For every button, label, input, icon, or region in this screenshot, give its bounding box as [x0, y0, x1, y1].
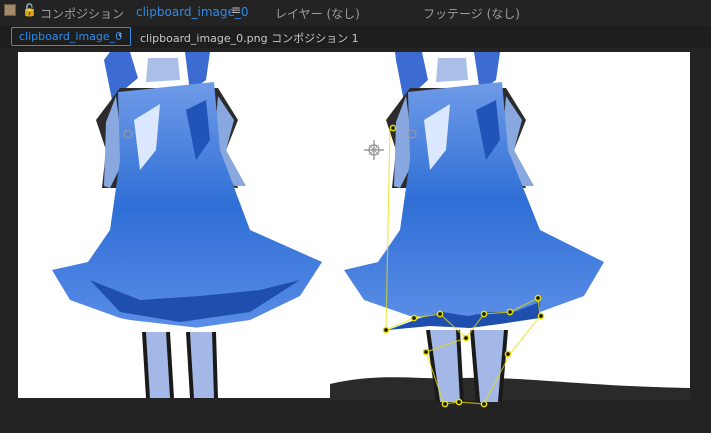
- square-swatch-icon[interactable]: [4, 4, 16, 16]
- lock-icon[interactable]: 🔓: [22, 3, 37, 17]
- footage-tab[interactable]: フッテージ (なし): [423, 5, 520, 22]
- viewer-canvas: [18, 52, 690, 408]
- tab-clipboard-image[interactable]: clipboard_image_0: [11, 27, 131, 46]
- layer-tab[interactable]: レイヤー (なし): [275, 5, 360, 22]
- breadcrumb[interactable]: clipboard_image_0.png コンポジション 1: [140, 30, 359, 46]
- left-artwork: [18, 52, 330, 399]
- composition-panel-header: 🔓 コンポジション clipboard_image_0 ≡ レイヤー (なし) …: [0, 0, 711, 26]
- tab-label: clipboard_image_0: [19, 30, 123, 43]
- composition-tab-bar: clipboard_image_0 ‹ clipboard_image_0.pn…: [0, 26, 711, 48]
- composition-label: コンポジション: [40, 7, 125, 21]
- composition-viewer[interactable]: [0, 48, 711, 433]
- hamburger-menu-icon[interactable]: ≡: [231, 3, 241, 17]
- right-artwork: [330, 52, 690, 403]
- chevron-left-icon[interactable]: ‹: [118, 28, 122, 41]
